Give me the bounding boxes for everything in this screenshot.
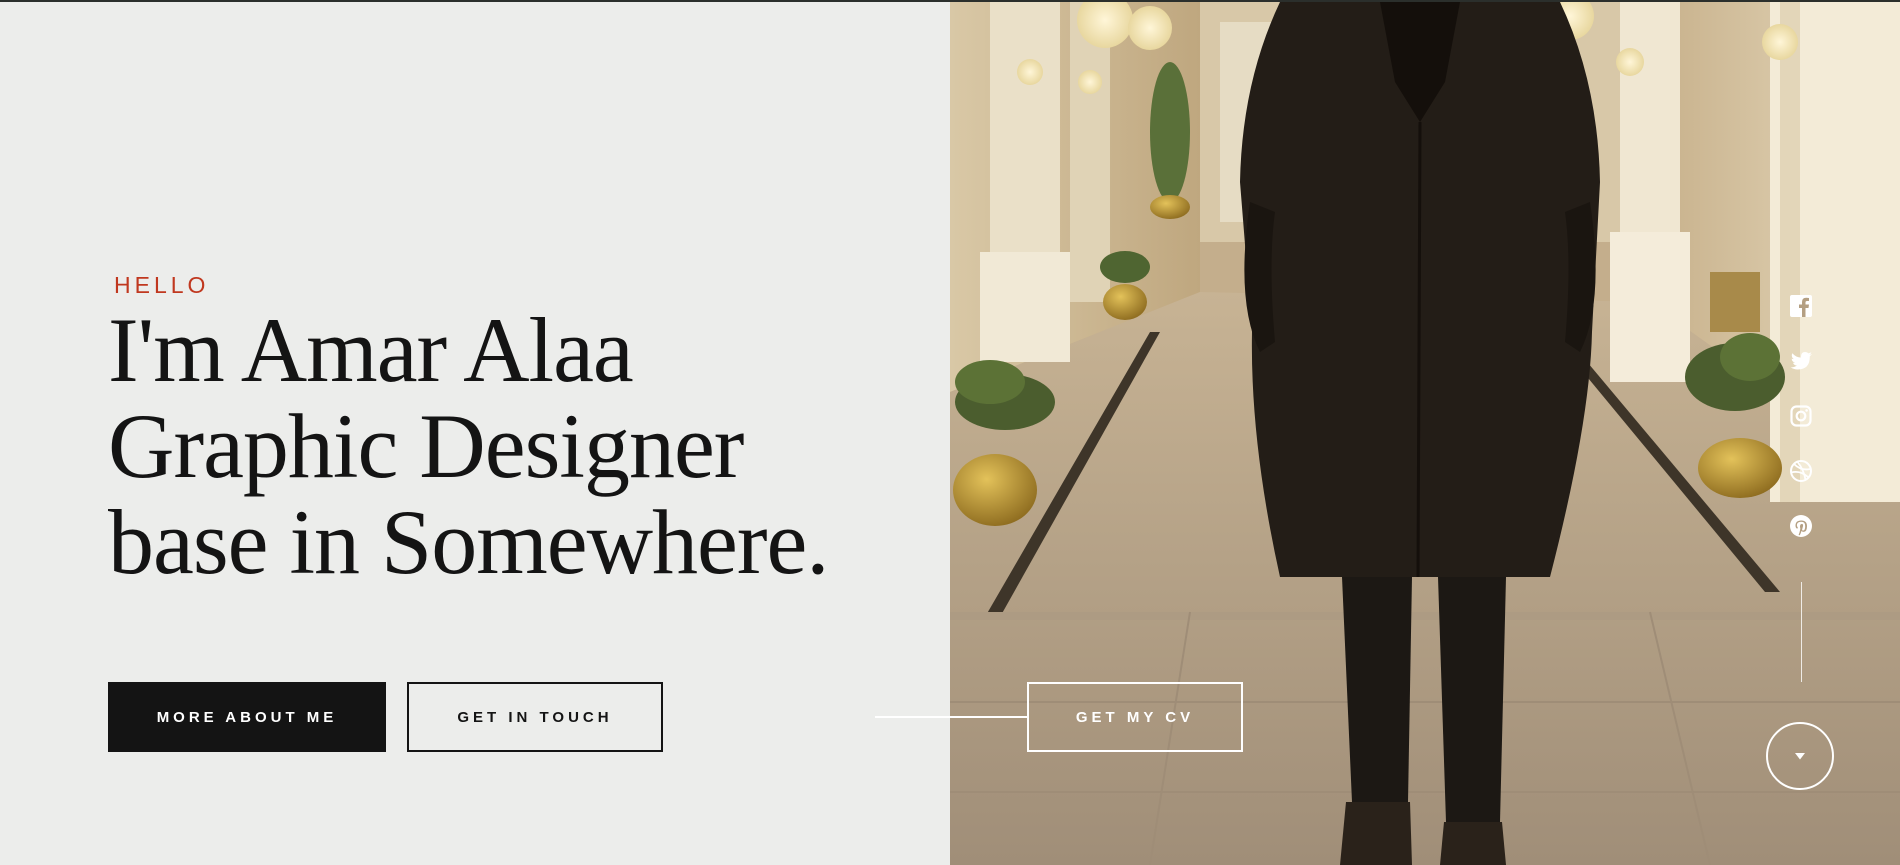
facebook-icon <box>1790 295 1812 317</box>
scroll-down-button[interactable] <box>1766 722 1834 790</box>
more-about-me-button[interactable]: MORE ABOUT ME <box>108 682 386 752</box>
cv-connector-line <box>875 716 1027 718</box>
instagram-link[interactable] <box>1787 402 1815 430</box>
top-border <box>0 0 1900 2</box>
twitter-link[interactable] <box>1787 347 1815 375</box>
get-in-touch-button[interactable]: GET IN TOUCH <box>407 682 663 752</box>
hero-headline: I'm Amar Alaa Graphic Designer base in S… <box>108 299 829 593</box>
instagram-icon <box>1790 405 1812 427</box>
headline-line-name: I'm Amar Alaa <box>108 299 634 401</box>
hero-eyebrow: HELLO <box>114 272 210 298</box>
headline-line-location: base in Somewhere. <box>108 491 829 593</box>
pinterest-icon <box>1790 515 1812 537</box>
get-my-cv-button[interactable]: GET MY CV <box>1027 682 1243 752</box>
pinterest-link[interactable] <box>1787 512 1815 540</box>
caret-down-icon <box>1795 753 1805 760</box>
dribbble-icon <box>1790 460 1812 482</box>
social-divider-line <box>1801 582 1802 682</box>
twitter-icon <box>1790 352 1812 370</box>
social-links <box>1783 292 1819 540</box>
dribbble-link[interactable] <box>1787 457 1815 485</box>
headline-line-role: Graphic Designer <box>108 395 744 497</box>
facebook-link[interactable] <box>1787 292 1815 320</box>
